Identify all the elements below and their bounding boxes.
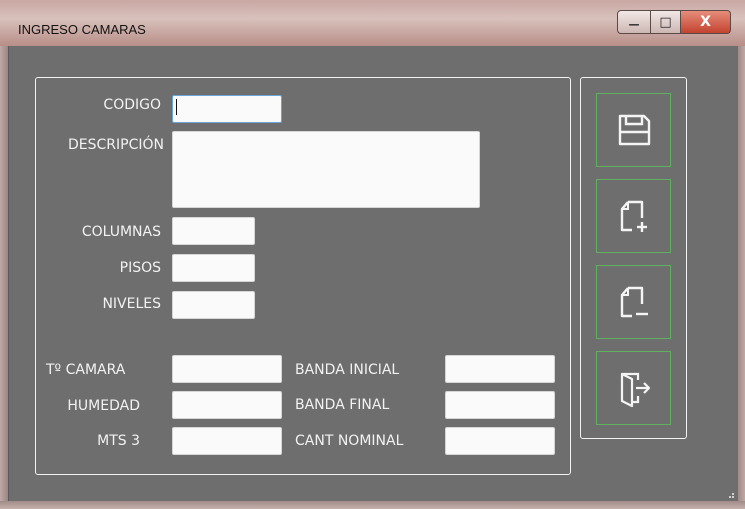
- maximize-button[interactable]: □: [651, 10, 681, 34]
- new-document-icon: [620, 200, 647, 232]
- window-frame-right: [737, 46, 745, 509]
- mts3-input[interactable]: [172, 427, 282, 455]
- columnas-label: COLUMNAS: [81, 224, 161, 240]
- banda-inicial-input[interactable]: [445, 355, 555, 383]
- niveles-label: NIVELES: [102, 296, 161, 312]
- maximize-icon: □: [659, 14, 672, 30]
- window-controls: — □ X: [617, 10, 731, 34]
- banda-final-input[interactable]: [445, 391, 555, 419]
- columnas-input[interactable]: [172, 217, 255, 245]
- window: INGRESO CAMARAS — □ X CODIGO DESCRIPCIÓN…: [0, 0, 745, 509]
- close-icon: X: [700, 14, 711, 30]
- pisos-label: PISOS: [119, 260, 161, 276]
- window-title: INGRESO CAMARAS: [18, 22, 146, 37]
- close-button[interactable]: X: [681, 10, 731, 34]
- temp-camara-input[interactable]: [172, 355, 282, 383]
- banda-inicial-label: BANDA INICIAL: [295, 362, 400, 378]
- cant-nominal-input[interactable]: [445, 427, 555, 455]
- pisos-input[interactable]: [172, 254, 255, 282]
- exit-button[interactable]: [596, 351, 671, 425]
- exit-door-icon: [620, 372, 650, 408]
- humedad-label: HUMEDAD: [67, 398, 140, 414]
- save-button[interactable]: [596, 93, 671, 167]
- niveles-input[interactable]: [172, 291, 255, 319]
- text-caret: [176, 99, 177, 115]
- delete-record-button[interactable]: [596, 265, 671, 339]
- mts3-label: MTS 3: [97, 433, 140, 449]
- temp-camara-label: Tº CAMARA: [46, 362, 126, 378]
- window-frame-bottom: [0, 501, 745, 509]
- save-icon: [618, 114, 650, 146]
- title-bar[interactable]: INGRESO CAMARAS — □ X: [0, 0, 745, 46]
- window-frame-left: [0, 46, 8, 509]
- new-record-button[interactable]: [596, 179, 671, 253]
- remove-document-icon: [620, 286, 648, 318]
- cant-nominal-label: CANT NOMINAL: [295, 433, 404, 449]
- humedad-input[interactable]: [172, 391, 282, 419]
- minimize-icon: —: [628, 17, 640, 31]
- codigo-label: CODIGO: [103, 97, 161, 113]
- minimize-button[interactable]: —: [617, 10, 651, 34]
- codigo-input[interactable]: [172, 95, 282, 123]
- resize-grip-icon[interactable]: [725, 489, 735, 499]
- banda-final-label: BANDA FINAL: [295, 397, 390, 413]
- descripcion-label: DESCRIPCIÓN: [68, 137, 164, 153]
- descripcion-textarea[interactable]: [172, 131, 480, 208]
